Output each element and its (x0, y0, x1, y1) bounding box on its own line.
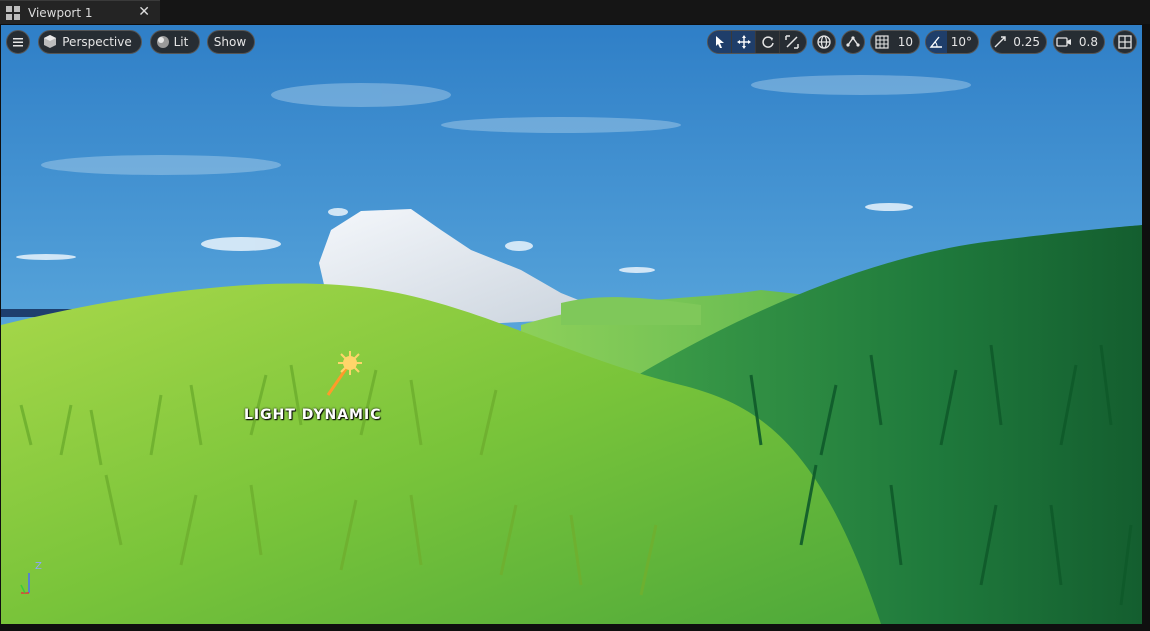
perspective-label: Perspective (62, 35, 132, 49)
scale-snap-toggle[interactable] (991, 31, 1009, 53)
world-local-button[interactable] (812, 30, 836, 54)
angle-icon (929, 36, 943, 48)
camera-speed-toggle[interactable] (1054, 31, 1075, 53)
viewport-tab[interactable]: Viewport 1 ✕ (0, 0, 160, 24)
layout-icon (1118, 35, 1132, 49)
surface-snap-button[interactable] (841, 30, 865, 54)
rotation-snap-value[interactable]: 10° (947, 35, 978, 49)
axis-z-label: Z (35, 561, 42, 572)
grid-icon (875, 35, 889, 49)
lit-button[interactable]: Lit (150, 30, 200, 54)
rotate-tool[interactable] (756, 31, 780, 53)
rotate-icon (761, 36, 774, 48)
rotation-snap-group[interactable]: 10° (925, 30, 979, 54)
lit-label: Lit (173, 35, 189, 49)
viewport[interactable]: LIGHT DYNAMIC Z Perspective Lit Show 10 … (1, 25, 1142, 624)
scale-tool[interactable] (780, 31, 804, 53)
surface-snap-icon (846, 36, 860, 47)
viewport-menu-button[interactable] (6, 30, 30, 54)
grid-snap-toggle[interactable] (871, 31, 894, 53)
viewport-layout-button[interactable] (1113, 30, 1137, 54)
viewport-layout-icon (6, 5, 20, 20)
scale-snap-group[interactable]: 0.25 (990, 30, 1047, 54)
camera-icon (1056, 37, 1072, 47)
rotation-snap-toggle[interactable] (926, 31, 947, 53)
grid-snap-group[interactable]: 10 (870, 30, 920, 54)
translate-icon (736, 35, 751, 49)
hamburger-icon (13, 38, 23, 47)
camera-speed-value[interactable]: 0.8 (1075, 35, 1104, 49)
show-button[interactable]: Show (207, 30, 255, 54)
scale-snap-value[interactable]: 0.25 (1009, 35, 1046, 49)
viewport-border-bottom (0, 624, 1150, 631)
scale-icon (785, 35, 799, 49)
cube-icon (44, 35, 57, 48)
lit-sphere-icon (156, 36, 169, 48)
select-icon (715, 36, 724, 48)
show-label: Show (213, 35, 247, 49)
scale-snap-icon (994, 36, 1006, 48)
world-local-icon (817, 35, 831, 49)
close-icon[interactable]: ✕ (138, 4, 150, 20)
tab-title: Viewport 1 (28, 5, 93, 20)
camera-speed-group[interactable]: 0.8 (1053, 30, 1105, 54)
perspective-button[interactable]: Perspective (38, 30, 142, 54)
transform-tools-group (707, 30, 807, 54)
tab-bar: Viewport 1 ✕ (0, 0, 1150, 24)
select-tool[interactable] (708, 31, 732, 53)
viewport-border-right (1142, 25, 1150, 631)
translate-tool[interactable] (732, 31, 756, 53)
grid-snap-value[interactable]: 10 (894, 35, 919, 49)
light-actor-label: LIGHT DYNAMIC (244, 407, 382, 423)
scene-render[interactable] (1, 25, 1142, 624)
